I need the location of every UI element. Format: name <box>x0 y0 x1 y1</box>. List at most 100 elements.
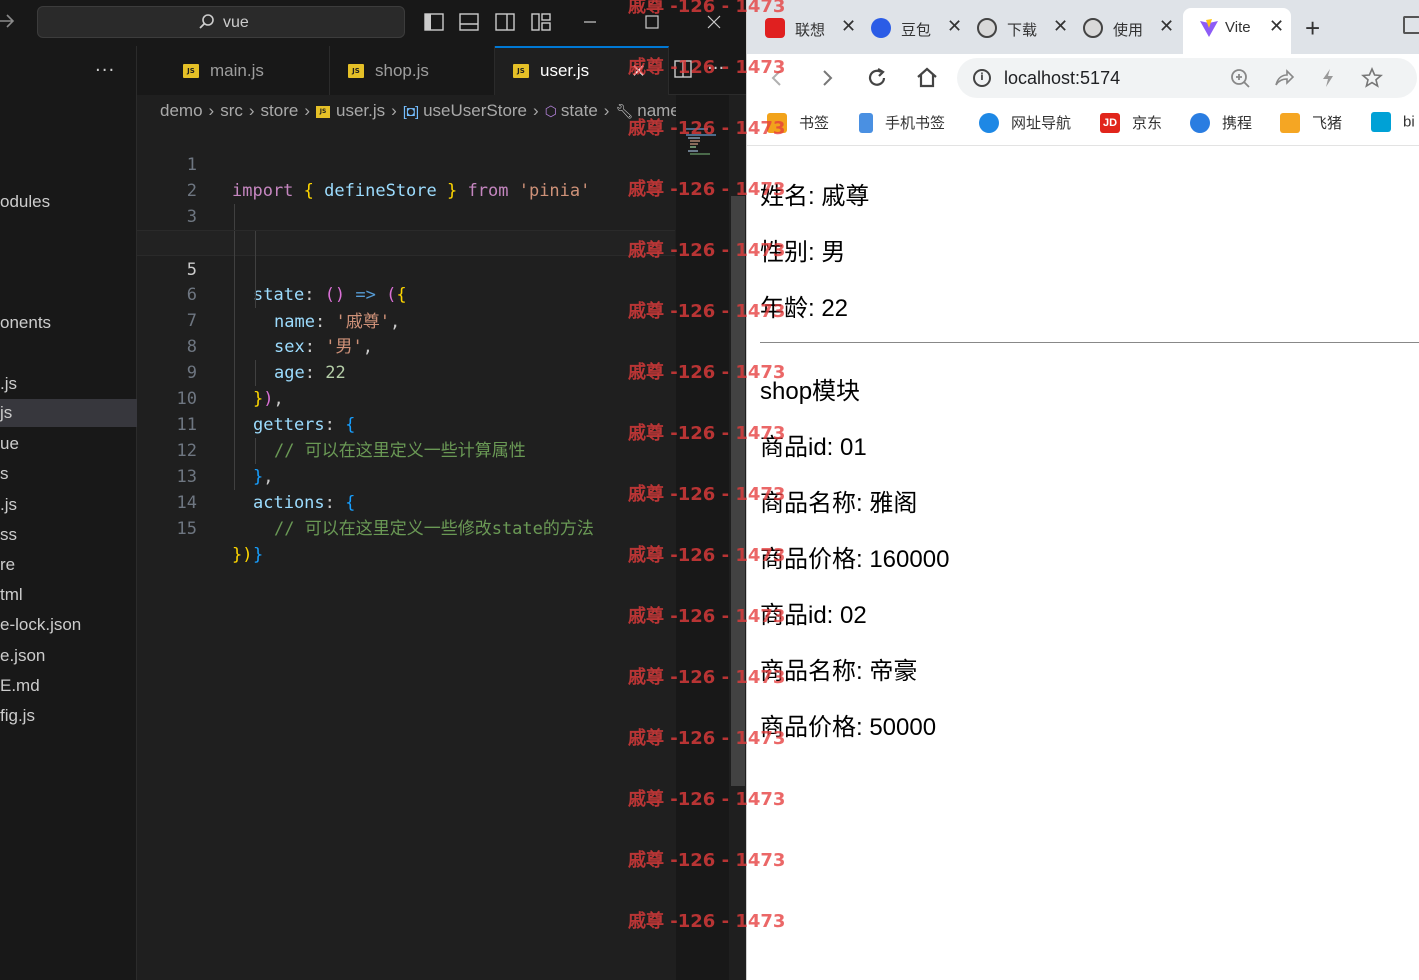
tree-item[interactable]: s <box>0 460 137 488</box>
breadcrumb-item[interactable]: store <box>261 101 299 120</box>
tab-label: user.js <box>540 61 590 80</box>
code-editor[interactable]: 1 import { defineStore } from 'pinia' 2 … <box>137 126 675 980</box>
tree-item[interactable]: .js <box>0 491 137 519</box>
tab-shop-js[interactable]: JS shop.js <box>330 46 495 95</box>
forward-arrow-icon[interactable] <box>813 64 841 92</box>
browser-tab[interactable]: 下载 ✕ <box>959 8 1068 48</box>
product-price-text: 商品价格: 160000 <box>760 546 950 573</box>
zoom-icon[interactable] <box>1229 67 1251 89</box>
chevron-right-icon: › <box>533 101 539 120</box>
more-actions-icon[interactable]: ··· <box>95 60 115 81</box>
forward-arrow-icon[interactable] <box>0 10 18 32</box>
tree-item[interactable]: tml <box>0 581 137 609</box>
tree-item[interactable]: E.md <box>0 672 137 700</box>
minimize-icon[interactable] <box>578 10 602 34</box>
js-file-icon: JS <box>316 105 331 118</box>
editor-more-icon[interactable]: ··· <box>707 58 724 79</box>
site-info-icon[interactable]: i <box>973 69 991 87</box>
bookmark-item[interactable]: 书签 <box>767 112 829 136</box>
tree-item[interactable]: .js <box>0 370 137 398</box>
reload-icon[interactable] <box>863 64 891 92</box>
customize-layout-icon[interactable] <box>531 13 551 31</box>
breadcrumb-item[interactable]: useUserStore <box>423 101 527 120</box>
bookmark-item[interactable]: 网址导航 <box>979 112 1071 136</box>
share-icon[interactable] <box>1273 67 1295 89</box>
breadcrumb-item[interactable]: user.js <box>336 101 385 120</box>
browser-tab[interactable]: 使用 ✕ <box>1065 8 1174 48</box>
web-page-content: 姓名: 戚尊 性别: 男 年龄: 22 shop模块 商品id: 01 商品名称… <box>747 146 1419 980</box>
vertical-scrollbar[interactable] <box>729 126 746 980</box>
toggle-secondary-sidebar-icon[interactable] <box>495 13 515 31</box>
bookmark-item[interactable]: JD 京东 <box>1100 112 1162 136</box>
breadcrumb-item[interactable]: demo <box>160 101 203 120</box>
browser-window: 联想 ✕ 豆包 ✕ 下载 ✕ 使用 ✕ Vite ✕ + i localhost… <box>746 0 1419 980</box>
address-bar[interactable]: i localhost:5174 <box>957 58 1417 98</box>
browser-tab-active[interactable]: Vite ✕ <box>1183 8 1291 54</box>
breadcrumb-item[interactable]: src <box>220 101 243 120</box>
tree-item[interactable]: ue <box>0 430 137 458</box>
avatar-favicon-icon <box>1083 18 1103 38</box>
tree-item[interactable]: fig.js <box>0 702 137 730</box>
code-line: 15 }) <box>137 490 675 565</box>
tree-item[interactable]: e.json <box>0 642 137 670</box>
breadcrumb-item[interactable]: name <box>637 101 680 120</box>
tree-item[interactable]: e-lock.json <box>0 611 137 639</box>
scrollbar-thumb[interactable] <box>731 196 745 786</box>
code-line: 12 actions: { <box>137 412 675 513</box>
tree-item[interactable]: onents <box>0 309 137 337</box>
breadcrumb-item[interactable]: state <box>561 101 598 120</box>
code-line: 8 }), <box>137 308 675 409</box>
browser-tab-label: Vite <box>1225 19 1251 36</box>
tab-user-js[interactable]: JS user.js ✕ <box>495 46 669 95</box>
tree-item[interactable]: ss <box>0 521 137 549</box>
code-line: 11 }, <box>137 386 675 487</box>
home-icon[interactable] <box>913 64 941 92</box>
bookmark-item[interactable]: 携程 <box>1190 112 1252 136</box>
browser-tab[interactable]: 豆包 ✕ <box>853 8 962 48</box>
user-name-text: 姓名: 戚尊 <box>760 183 870 210</box>
bilibili-tv-icon <box>1371 112 1391 132</box>
toggle-panel-icon[interactable] <box>459 13 479 31</box>
split-editor-icon[interactable] <box>673 59 693 79</box>
close-tab-icon[interactable]: ✕ <box>1159 16 1174 37</box>
tree-item-selected[interactable]: js <box>0 399 137 427</box>
bookmark-star-icon[interactable] <box>1361 66 1383 89</box>
close-tab-icon[interactable]: ✕ <box>631 61 646 82</box>
close-window-icon[interactable] <box>702 10 726 34</box>
tab-main-js[interactable]: JS main.js <box>137 46 330 95</box>
code-line: 3 export const useUserStore = defineStor… <box>137 178 675 253</box>
window-control-icon[interactable] <box>1403 16 1419 34</box>
chevron-right-icon: › <box>603 101 610 120</box>
close-tab-icon[interactable]: ✕ <box>1269 16 1284 37</box>
browser-tab[interactable]: 联想 ✕ <box>747 8 856 48</box>
divider <box>760 342 1419 343</box>
wrench-icon: 🔧︎ <box>615 103 634 119</box>
editor-tab-bar: JS main.js JS shop.js JS user.js ✕ ··· <box>137 46 746 95</box>
minimap[interactable] <box>676 95 729 980</box>
lenovo-favicon-icon <box>765 18 785 38</box>
bookmark-item[interactable]: bi <box>1371 112 1415 136</box>
tree-item[interactable]: odules <box>0 188 137 216</box>
search-icon <box>198 13 216 31</box>
bookmarks-bar: 书签 手机书签 网址导航 JD 京东 携程 飞猪 bi <box>747 102 1419 146</box>
js-file-icon: JS <box>183 64 199 78</box>
js-file-icon: JS <box>348 64 364 78</box>
lightning-icon[interactable] <box>1317 67 1339 89</box>
avatar-favicon-icon <box>977 18 997 38</box>
tree-item[interactable]: re <box>0 551 137 579</box>
tab-label: shop.js <box>375 61 429 80</box>
user-sex-text: 性别: 男 <box>760 239 846 266</box>
back-arrow-icon[interactable] <box>763 64 791 92</box>
code-line: 4 state: () => ({ <box>137 204 675 305</box>
code-line: 1 import { defineStore } from 'pinia' <box>137 126 675 201</box>
toggle-primary-sidebar-icon[interactable] <box>424 13 444 31</box>
bookmark-item[interactable]: 飞猪 <box>1280 112 1342 136</box>
js-file-icon: JS <box>513 64 529 78</box>
new-tab-button[interactable]: + <box>1305 13 1320 44</box>
command-center-search[interactable]: vue <box>37 6 405 38</box>
maximize-icon[interactable] <box>640 10 664 34</box>
product-price-text: 商品价格: 50000 <box>760 714 937 741</box>
product-id-text: 商品id: 02 <box>760 602 867 629</box>
bookmark-item[interactable]: 手机书签 <box>859 112 945 136</box>
chevron-right-icon: › <box>391 101 397 120</box>
